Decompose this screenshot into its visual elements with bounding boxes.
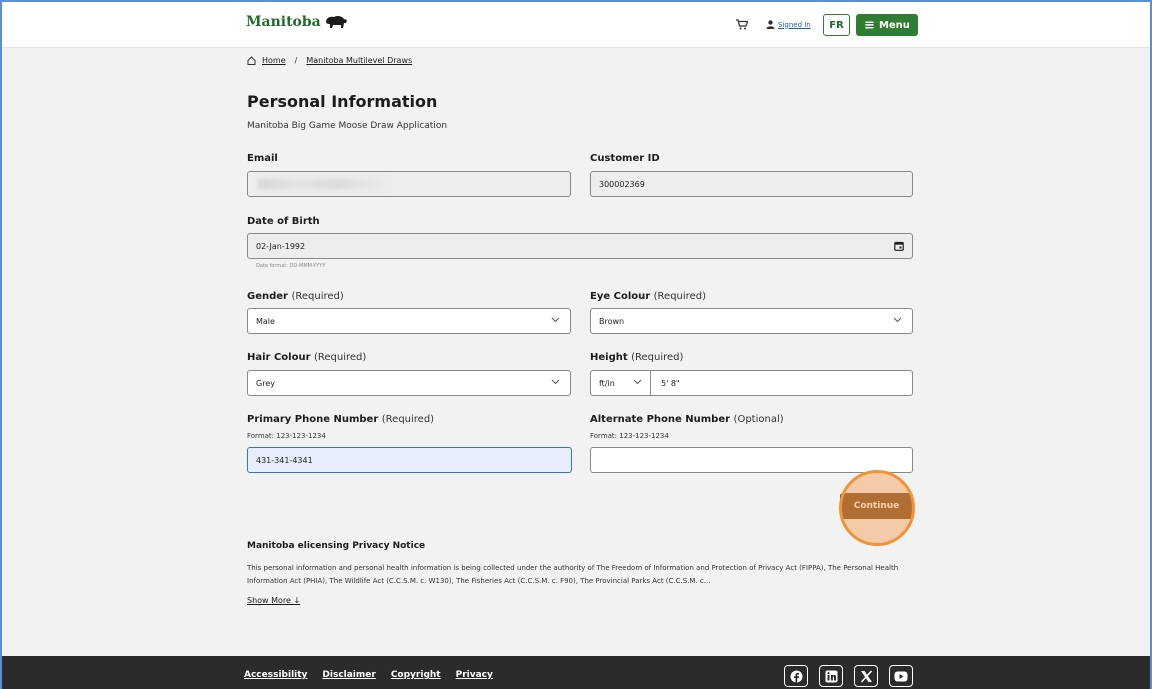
signed-in-link[interactable]: Signed In bbox=[778, 21, 811, 29]
gender-label-text: Gender bbox=[247, 291, 288, 302]
show-more-link[interactable]: Show More ↓ bbox=[247, 596, 300, 605]
hair-colour-required-text: (Required) bbox=[314, 352, 367, 363]
site-header: Manitoba Signed In FR ≡ Menu bbox=[0, 0, 1152, 48]
height-field: ft/in 5' 8" bbox=[590, 370, 913, 396]
dob-label-text: Date of Birth bbox=[247, 216, 320, 227]
eye-colour-label: Eye Colour (Required) bbox=[590, 291, 706, 302]
footer-link-privacy[interactable]: Privacy bbox=[456, 670, 493, 680]
alternate-phone-format-hint: Format: 123-123-1234 bbox=[590, 432, 669, 440]
chevron-down-icon bbox=[633, 379, 642, 385]
dob-format-hint: Date format: DD-MMM-YYYY bbox=[256, 263, 326, 269]
alternate-phone-label: Alternate Phone Number (Optional) bbox=[590, 414, 784, 425]
email-label-text: Email bbox=[247, 153, 278, 164]
chevron-down-icon bbox=[893, 317, 902, 323]
eye-colour-required-text: (Required) bbox=[653, 291, 706, 302]
language-toggle-button[interactable]: FR bbox=[823, 14, 850, 36]
page-title: Personal Information bbox=[247, 92, 438, 111]
privacy-notice-title: Manitoba elicensing Privacy Notice bbox=[247, 541, 426, 551]
email-label: Email bbox=[247, 153, 278, 164]
alternate-phone-input[interactable] bbox=[590, 447, 913, 473]
breadcrumb-home-link[interactable]: Home bbox=[262, 56, 286, 65]
eye-colour-select[interactable]: Brown bbox=[590, 308, 913, 334]
x-icon[interactable] bbox=[854, 665, 878, 687]
alternate-phone-label-text: Alternate Phone Number bbox=[590, 414, 731, 425]
primary-phone-label: Primary Phone Number (Required) bbox=[247, 414, 434, 425]
height-input[interactable]: 5' 8" bbox=[661, 379, 680, 388]
gender-value: Male bbox=[256, 316, 275, 326]
hair-colour-label-text: Hair Colour bbox=[247, 352, 311, 363]
home-icon bbox=[247, 56, 256, 65]
customer-id-label: Customer ID bbox=[590, 153, 660, 164]
privacy-notice-text: This personal information and personal h… bbox=[247, 564, 899, 585]
facebook-icon[interactable] bbox=[784, 665, 808, 687]
gender-required-text: (Required) bbox=[291, 291, 344, 302]
chevron-down-icon bbox=[551, 379, 560, 385]
eye-colour-value: Brown bbox=[599, 316, 625, 326]
logo-text: Manitoba bbox=[246, 14, 321, 30]
hair-colour-value: Grey bbox=[256, 378, 275, 388]
site-footer: Accessibility Disclaimer Copyright Priva… bbox=[0, 656, 1152, 689]
height-label-text: Height bbox=[590, 352, 628, 363]
customer-id-field[interactable]: 300002369 bbox=[590, 171, 913, 197]
primary-phone-value: 431-341-4341 bbox=[256, 455, 313, 465]
alternate-phone-optional-text: (Optional) bbox=[733, 414, 784, 425]
breadcrumb: Home / Manitoba Multilevel Draws bbox=[247, 56, 412, 65]
redacted-email bbox=[258, 179, 388, 189]
continue-button[interactable]: Continue bbox=[840, 493, 913, 519]
bison-icon bbox=[325, 15, 347, 28]
hair-colour-select[interactable]: Grey bbox=[247, 370, 571, 396]
menu-label: Menu bbox=[878, 19, 910, 31]
height-required-text: (Required) bbox=[631, 352, 684, 363]
chevron-down-icon bbox=[551, 317, 560, 323]
footer-link-disclaimer[interactable]: Disclaimer bbox=[322, 670, 375, 680]
youtube-icon[interactable] bbox=[889, 665, 913, 687]
primary-phone-required-text: (Required) bbox=[381, 414, 435, 425]
linkedin-icon[interactable] bbox=[819, 665, 843, 687]
menu-button[interactable]: ≡ Menu bbox=[856, 14, 918, 36]
height-unit-select[interactable]: ft/in bbox=[591, 371, 651, 395]
footer-link-copyright[interactable]: Copyright bbox=[391, 670, 441, 680]
email-field[interactable] bbox=[247, 171, 571, 197]
customer-id-label-text: Customer ID bbox=[590, 153, 660, 164]
height-label: Height (Required) bbox=[590, 352, 683, 363]
breadcrumb-separator: / bbox=[294, 56, 298, 65]
eye-colour-label-text: Eye Colour bbox=[590, 291, 651, 302]
page-subtitle: Manitoba Big Game Moose Draw Application bbox=[247, 121, 448, 131]
manitoba-logo[interactable]: Manitoba bbox=[246, 14, 348, 30]
hamburger-icon: ≡ bbox=[864, 17, 875, 33]
gender-label: Gender (Required) bbox=[247, 291, 344, 302]
footer-links: Accessibility Disclaimer Copyright Priva… bbox=[244, 670, 493, 680]
user-icon bbox=[766, 20, 775, 29]
hair-colour-label: Hair Colour (Required) bbox=[247, 352, 366, 363]
account-menu[interactable]: Signed In bbox=[766, 20, 811, 29]
customer-id-value: 300002369 bbox=[599, 179, 645, 189]
dob-label: Date of Birth bbox=[247, 216, 320, 227]
primary-phone-format-hint: Format: 123-123-1234 bbox=[247, 432, 326, 440]
breadcrumb-current-link[interactable]: Manitoba Multilevel Draws bbox=[306, 56, 412, 65]
calendar-icon[interactable] bbox=[894, 241, 904, 251]
primary-phone-input[interactable]: 431-341-4341 bbox=[247, 447, 572, 473]
dob-value: 02-Jan-1992 bbox=[256, 241, 306, 251]
cart-icon[interactable] bbox=[736, 19, 748, 30]
height-unit-value: ft/in bbox=[599, 378, 615, 388]
gender-select[interactable]: Male bbox=[247, 308, 571, 334]
footer-link-accessibility[interactable]: Accessibility bbox=[244, 670, 307, 680]
dob-field[interactable]: 02-Jan-1992 bbox=[247, 233, 913, 259]
primary-phone-label-text: Primary Phone Number bbox=[247, 414, 379, 425]
